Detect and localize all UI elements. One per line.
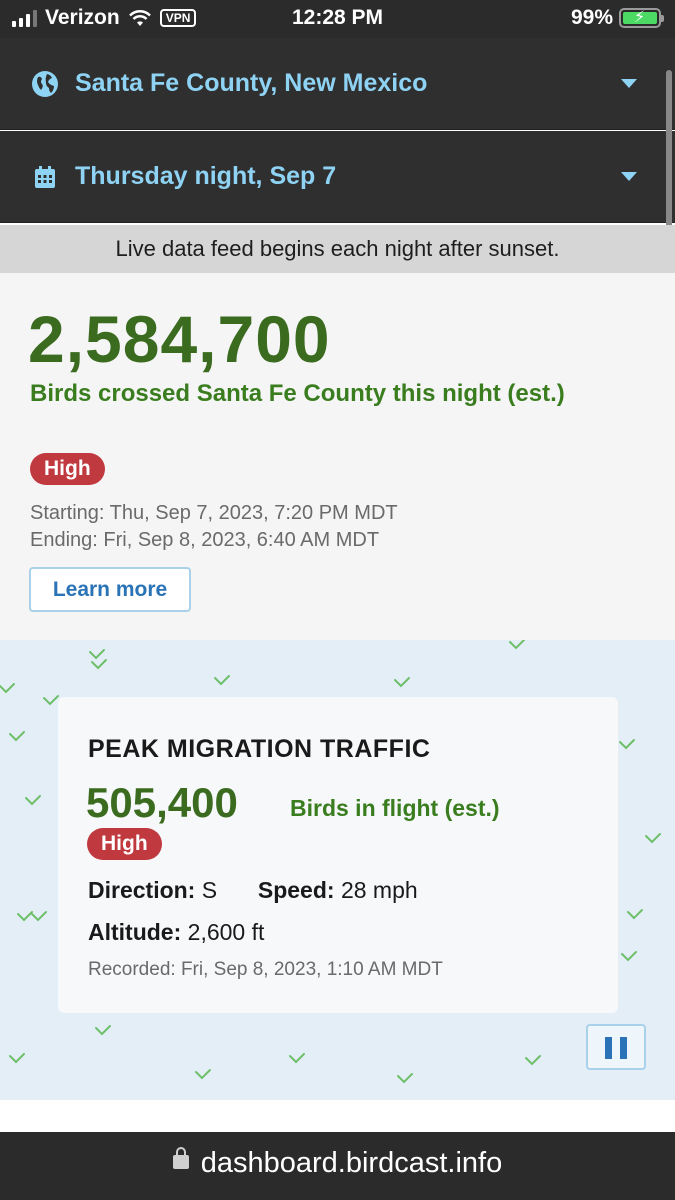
chevron-down-icon — [621, 172, 637, 181]
browser-url-bar[interactable]: dashboard.birdcast.info — [0, 1132, 675, 1200]
altitude-label: Altitude: — [88, 919, 182, 945]
peak-count-unit: Birds in flight (est.) — [290, 795, 500, 821]
intensity-badge: High — [30, 453, 105, 485]
pause-icon — [605, 1037, 612, 1059]
altitude-value: 2,600 ft — [187, 919, 265, 945]
start-time: Starting: Thu, Sep 7, 2023, 7:20 PM MDT — [30, 502, 398, 524]
night-summary: 2,584,700 Birds crossed Santa Fe County … — [0, 273, 675, 640]
direction-value: S — [201, 877, 218, 903]
night-count-description: Birds crossed Santa Fe County this night… — [30, 380, 565, 407]
location-label: Santa Fe County, New Mexico — [75, 69, 428, 97]
night-time-range: Starting: Thu, Sep 7, 2023, 7:20 PM MDT … — [30, 500, 398, 554]
date-label: Thursday night, Sep 7 — [75, 162, 337, 190]
peak-title: PEAK MIGRATION TRAFFIC — [88, 735, 431, 763]
direction-label: Direction: — [88, 877, 196, 903]
end-time: Ending: Fri, Sep 8, 2023, 6:40 AM MDT — [30, 529, 380, 551]
speed-label: Speed: — [257, 877, 335, 903]
learn-more-button[interactable]: Learn more — [29, 567, 191, 612]
peak-traffic-card: PEAK MIGRATION TRAFFIC 505,400 Birds in … — [58, 697, 618, 1013]
battery-percent: 99% — [570, 6, 613, 29]
recorded-time: Recorded: Fri, Sep 8, 2023, 1:10 AM MDT — [88, 959, 443, 980]
info-bar: Live data feed begins each night after s… — [0, 225, 675, 273]
status-bar: Verizon VPN 12:28 PM 99% ⚡ — [0, 0, 675, 38]
speed-value: 28 mph — [340, 877, 418, 903]
altitude-line: Altitude: 2,600 ft — [88, 919, 264, 946]
direction-speed-line: Direction: S Speed: 28 mph — [88, 877, 418, 904]
night-bird-count: 2,584,700 — [28, 302, 331, 376]
url-text: dashboard.birdcast.info — [200, 1147, 503, 1179]
pause-button[interactable] — [586, 1024, 646, 1070]
chevron-down-icon — [621, 79, 637, 88]
peak-bird-count: 505,400 — [86, 779, 238, 826]
migration-animation: PEAK MIGRATION TRAFFIC 505,400 Birds in … — [0, 640, 675, 1100]
screen: Verizon VPN 12:28 PM 99% ⚡ Santa Fe Coun… — [0, 0, 675, 1200]
lock-icon — [172, 1147, 189, 1170]
scrollbar[interactable] — [666, 70, 672, 240]
calendar-icon — [35, 165, 55, 188]
location-selector[interactable]: Santa Fe County, New Mexico — [0, 38, 675, 130]
globe-icon — [32, 70, 58, 97]
date-selector[interactable]: Thursday night, Sep 7 — [0, 131, 675, 223]
peak-intensity-badge: High — [87, 828, 162, 860]
battery-icon: ⚡ — [619, 8, 664, 28]
